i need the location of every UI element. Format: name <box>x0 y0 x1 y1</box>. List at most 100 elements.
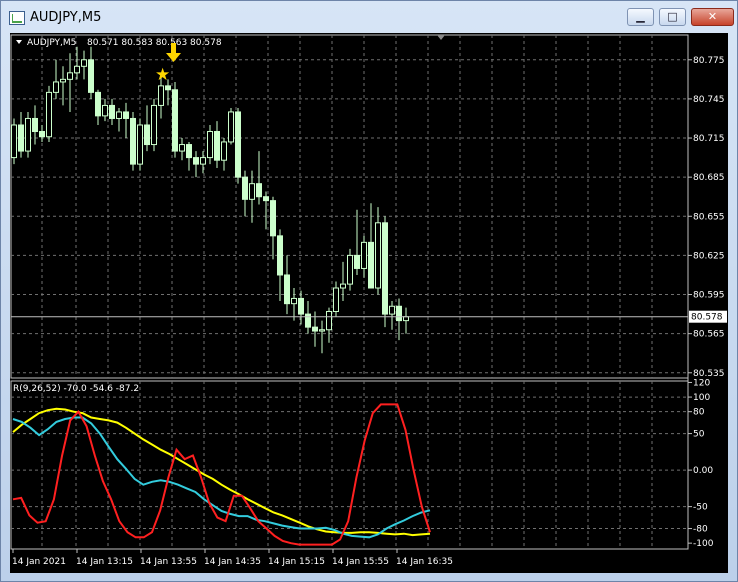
candle-body <box>88 59 94 93</box>
chart-canvas[interactable]: 80.775 80.745 80.715 80.685 80.655 80.625 80.5… <box>10 33 728 573</box>
candle-body <box>179 144 185 152</box>
chart-window: AUDJPY,M5 ▁ □ ✕ 80.775 80.745 80.715 80.685… <box>0 0 738 582</box>
window-title: AUDJPY,M5 <box>30 10 102 25</box>
candle-body <box>298 297 304 315</box>
candle-body <box>256 183 262 198</box>
indicator-tick-label: -80 <box>693 525 708 535</box>
candle-body <box>165 85 171 91</box>
candle-body <box>60 78 66 83</box>
indicator-tick-label: 100 <box>693 393 710 403</box>
candle-body <box>200 157 206 165</box>
candle-body <box>39 131 45 138</box>
time-label: 14 Jan 13:15 <box>76 557 133 567</box>
price-tick-label: 80.565 <box>693 330 725 340</box>
candle-body <box>347 254 353 285</box>
candle-body <box>95 91 101 117</box>
candle-body <box>242 176 248 200</box>
candle-body <box>340 283 346 289</box>
candle-body <box>193 157 199 165</box>
price-tick-label: 80.685 <box>693 173 725 183</box>
time-label: 14 Jan 2021 <box>12 557 66 567</box>
candle-body <box>270 200 276 237</box>
candle-body <box>284 274 290 305</box>
candle-body <box>214 131 220 161</box>
candle-body <box>333 287 339 312</box>
symbol-label: AUDJPY,M5 <box>27 38 76 48</box>
candle-body <box>368 241 374 289</box>
candle-body <box>396 305 402 322</box>
price-grid <box>11 35 687 378</box>
ohlc-label: 80.571 80.583 80.563 80.578 <box>87 38 222 48</box>
candle-body <box>116 111 122 119</box>
close-button[interactable]: ✕ <box>691 8 734 26</box>
candle-body <box>151 104 157 146</box>
time-label: 14 Jan 15:55 <box>332 557 389 567</box>
candle-body <box>235 111 241 178</box>
candle-body <box>312 326 318 332</box>
candle-body <box>291 297 297 305</box>
candle-body <box>81 59 87 67</box>
chart-area[interactable]: 80.775 80.745 80.715 80.685 80.655 80.625 80.5… <box>10 33 728 573</box>
price-panel-frame <box>10 34 689 379</box>
price-tick-label: 80.535 <box>693 369 725 379</box>
candle-body <box>361 241 367 269</box>
time-label: 14 Jan 13:55 <box>140 557 197 567</box>
candle-body <box>277 235 283 276</box>
candle-body <box>123 111 129 119</box>
candle-body <box>25 117 31 152</box>
candle-body <box>249 183 255 200</box>
indicator-tick-label: 120 <box>693 378 710 388</box>
indicator-label: R(9,26,52) -70.0 -54.6 -87.2 <box>13 384 139 394</box>
time-label: 14 Jan 16:35 <box>396 557 453 567</box>
maximize-button[interactable]: □ <box>659 8 686 26</box>
candle-body <box>46 91 52 138</box>
price-tick-label: 80.655 <box>693 212 725 222</box>
indicator-tick-label: -50 <box>693 503 708 513</box>
candle-body <box>102 104 108 117</box>
indicator-tick-label: 80 <box>693 408 705 418</box>
candle-body <box>207 131 213 159</box>
chart-shift-marker-icon[interactable] <box>437 35 445 40</box>
price-tick-label: 80.775 <box>693 56 725 66</box>
candle-body <box>228 111 234 143</box>
indicator-panel-frame <box>10 380 689 550</box>
candle-body <box>263 196 269 202</box>
time-axis: 14 Jan 2021 14 Jan 13:15 14 Jan 13:55 14 Ja… <box>12 549 453 567</box>
candle-body <box>11 124 17 159</box>
price-tick-label: 80.745 <box>693 95 725 105</box>
indicator-axis: 120 100 80 50 0.00 -50 -80 -100 <box>688 378 714 549</box>
indicator-grid <box>11 381 687 549</box>
candle-body <box>326 310 332 331</box>
candle-body <box>130 117 136 165</box>
candle-body <box>144 124 150 146</box>
indicator-tick-label: -100 <box>693 539 714 549</box>
candle-body <box>137 124 143 165</box>
candle-body <box>53 81 59 93</box>
candle-body <box>354 254 360 269</box>
candles <box>11 46 409 354</box>
candle-body <box>389 305 395 315</box>
chart-window-icon <box>9 11 25 25</box>
minimize-button[interactable]: ▁ <box>627 8 654 26</box>
candle-body <box>319 329 325 332</box>
price-tick-label: 80.595 <box>693 291 725 301</box>
candle-body <box>172 89 178 152</box>
indicator-tick-label: 0.00 <box>693 466 713 476</box>
candle-body <box>186 144 192 159</box>
candle-body <box>305 313 311 328</box>
current-price-label: 80.578 <box>691 313 723 323</box>
candle-body <box>403 316 409 322</box>
price-tick-label: 80.625 <box>693 251 725 261</box>
time-label: 14 Jan 14:35 <box>204 557 261 567</box>
price-axis: 80.775 80.745 80.715 80.685 80.655 80.625 80.5… <box>688 56 725 379</box>
indicator-tick-label: 50 <box>693 430 705 440</box>
time-label: 14 Jan 15:15 <box>268 557 325 567</box>
candle-body <box>32 117 38 133</box>
chart-menu-triangle-icon[interactable] <box>16 40 22 44</box>
candle-body <box>18 124 24 152</box>
candle-body <box>67 72 73 80</box>
candle-body <box>158 85 164 106</box>
title-bar[interactable]: AUDJPY,M5 ▁ □ ✕ <box>1 1 737 33</box>
price-tick-label: 80.715 <box>693 134 725 144</box>
star-icon[interactable]: ★ <box>155 65 170 85</box>
